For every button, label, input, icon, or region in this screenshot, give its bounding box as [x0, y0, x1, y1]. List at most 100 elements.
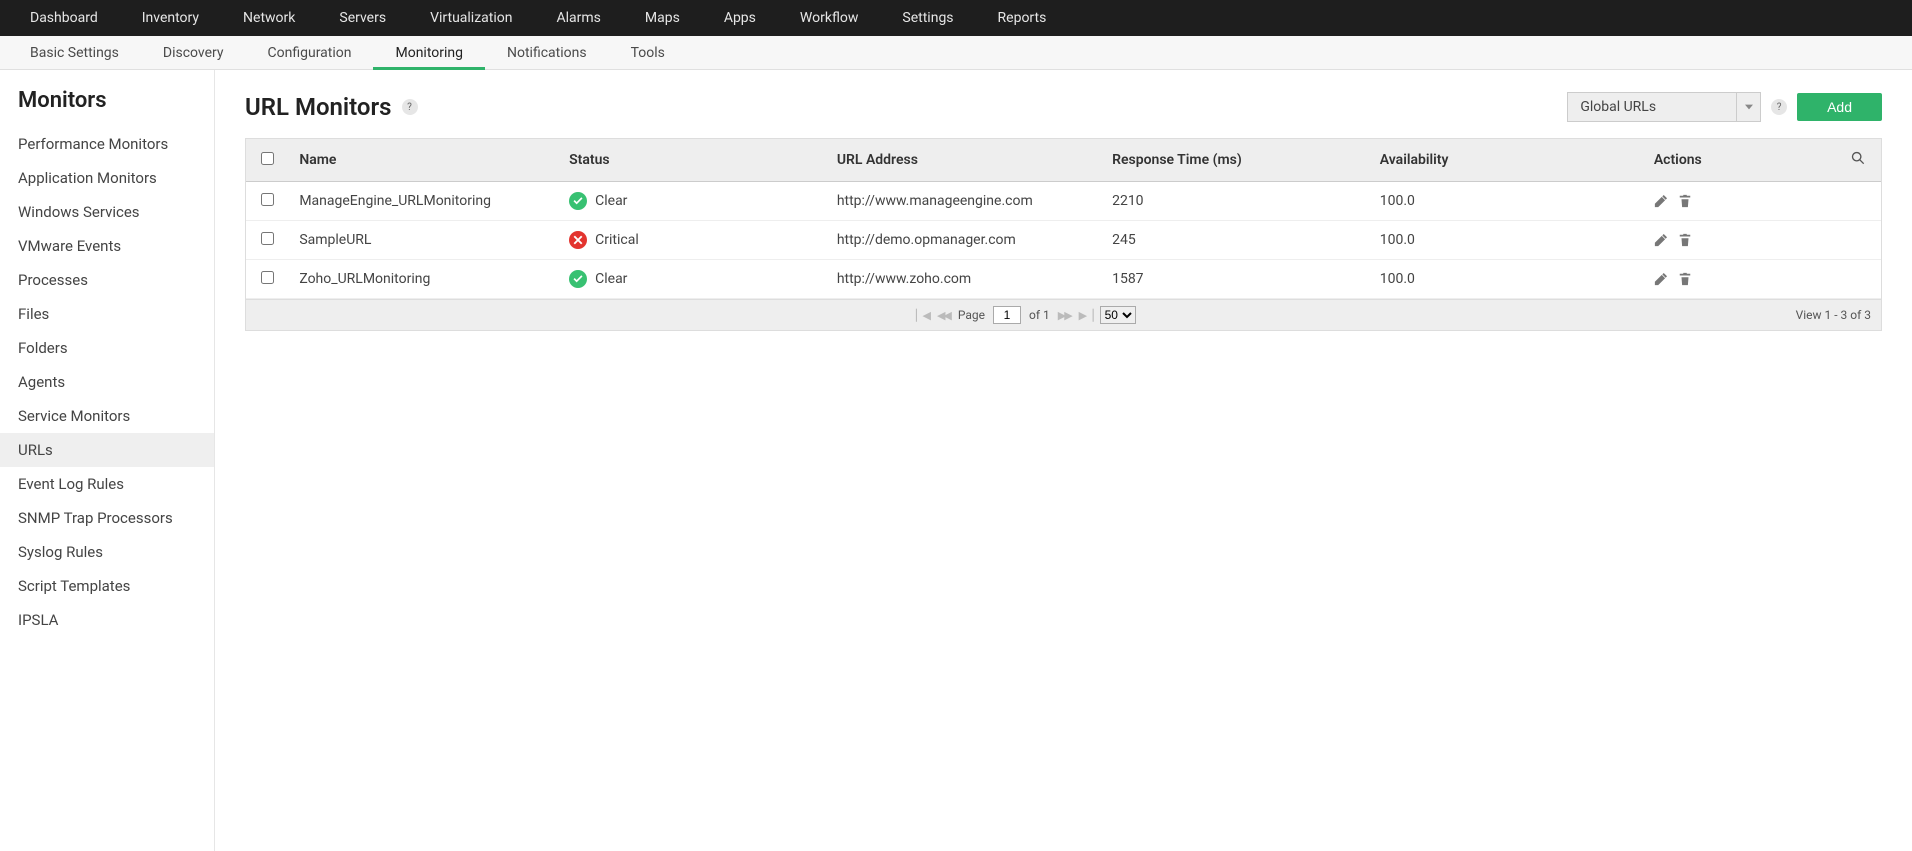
pager-page-size-select[interactable]: 50: [1100, 306, 1136, 324]
cell-availability: 100.0: [1370, 260, 1644, 299]
sidebar-item[interactable]: IPSLA: [0, 603, 214, 637]
sub-nav-item[interactable]: Notifications: [485, 36, 609, 70]
sidebar-item[interactable]: Event Log Rules: [0, 467, 214, 501]
edit-icon[interactable]: [1654, 233, 1668, 247]
select-all-header: [246, 139, 289, 182]
row-checkbox[interactable]: [261, 232, 274, 245]
sidebar-item[interactable]: Files: [0, 297, 214, 331]
cell-url[interactable]: http://www.manageengine.com: [827, 182, 1102, 221]
column-header-url[interactable]: URL Address: [827, 139, 1102, 182]
sub-nav: Basic SettingsDiscoveryConfigurationMoni…: [0, 36, 1912, 70]
sidebar-item[interactable]: Script Templates: [0, 569, 214, 603]
delete-icon[interactable]: [1678, 233, 1692, 247]
top-nav-item[interactable]: Reports: [976, 0, 1069, 36]
top-nav-item[interactable]: Alarms: [534, 0, 622, 36]
sidebar-item[interactable]: Syslog Rules: [0, 535, 214, 569]
sub-nav-item[interactable]: Monitoring: [373, 36, 485, 70]
page-title-wrap: URL Monitors ?: [245, 93, 418, 121]
pager-page-label: Page: [958, 308, 985, 322]
table-pager: ▏◀ ◀◀ Page of 1 ▶▶ ▶▕ 50 View 1 - 3 of 3: [246, 299, 1881, 330]
top-nav-item[interactable]: Inventory: [120, 0, 221, 36]
page-actions: Global URLs ? Add: [1567, 92, 1882, 122]
cell-response-time: 2210: [1102, 182, 1370, 221]
help-icon[interactable]: ?: [402, 99, 418, 115]
column-header-response-time[interactable]: Response Time (ms): [1102, 139, 1370, 182]
cell-name[interactable]: SampleURL: [289, 221, 559, 260]
pager-page-input[interactable]: [993, 306, 1021, 324]
status-clear-icon: [569, 270, 587, 288]
top-nav-item[interactable]: Network: [221, 0, 317, 36]
top-nav-item[interactable]: Virtualization: [408, 0, 534, 36]
table-row: ManageEngine_URLMonitoring Clear http://ww…: [246, 182, 1881, 221]
sidebar-item[interactable]: Performance Monitors: [0, 127, 214, 161]
edit-icon[interactable]: [1654, 272, 1668, 286]
pager-last-icon[interactable]: ▶▕: [1079, 309, 1092, 322]
select-all-checkbox[interactable]: [261, 152, 274, 165]
column-header-availability[interactable]: Availability: [1370, 139, 1644, 182]
column-header-actions: Actions: [1644, 139, 1835, 182]
cell-name[interactable]: ManageEngine_URLMonitoring: [289, 182, 559, 221]
column-header-name[interactable]: Name: [289, 139, 559, 182]
sidebar-item[interactable]: SNMP Trap Processors: [0, 501, 214, 535]
pager-view-label: View 1 - 3 of 3: [1796, 308, 1871, 322]
top-nav-item[interactable]: Servers: [317, 0, 408, 36]
status-clear-icon: [569, 192, 587, 210]
sidebar: Monitors Performance MonitorsApplication…: [0, 70, 215, 851]
status-label: Clear: [595, 193, 627, 209]
row-checkbox[interactable]: [261, 271, 274, 284]
status-critical-icon: [569, 231, 587, 249]
sub-nav-item[interactable]: Tools: [609, 36, 687, 70]
top-nav-item[interactable]: Maps: [623, 0, 702, 36]
chevron-down-icon[interactable]: [1736, 93, 1760, 121]
cell-name[interactable]: Zoho_URLMonitoring: [289, 260, 559, 299]
delete-icon[interactable]: [1678, 194, 1692, 208]
top-nav-item[interactable]: Dashboard: [8, 0, 120, 36]
cell-url[interactable]: http://demo.opmanager.com: [827, 221, 1102, 260]
url-monitors-table: Name Status URL Address Response Time (m…: [245, 138, 1882, 331]
top-nav-item[interactable]: Settings: [880, 0, 975, 36]
edit-icon[interactable]: [1654, 194, 1668, 208]
column-header-search: [1835, 139, 1881, 182]
sidebar-item[interactable]: Agents: [0, 365, 214, 399]
cell-actions: [1644, 260, 1835, 299]
help-icon-small[interactable]: ?: [1771, 99, 1787, 115]
table-row: SampleURL Critical http://demo.opmanager.c…: [246, 221, 1881, 260]
pager-first-icon[interactable]: ▏◀: [916, 309, 929, 322]
status-label: Clear: [595, 271, 627, 287]
cell-actions: [1644, 221, 1835, 260]
pager-of-label: of 1: [1029, 308, 1050, 322]
filter-dropdown[interactable]: Global URLs: [1567, 92, 1761, 122]
sidebar-item[interactable]: Folders: [0, 331, 214, 365]
sidebar-item[interactable]: VMware Events: [0, 229, 214, 263]
pager-prev-icon[interactable]: ◀◀: [937, 309, 950, 322]
delete-icon[interactable]: [1678, 272, 1692, 286]
search-icon[interactable]: [1851, 153, 1865, 169]
top-nav-item[interactable]: Workflow: [778, 0, 881, 36]
cell-response-time: 245: [1102, 221, 1370, 260]
cell-availability: 100.0: [1370, 221, 1644, 260]
top-nav: DashboardInventoryNetworkServersVirtuali…: [0, 0, 1912, 36]
sidebar-item[interactable]: URLs: [0, 433, 214, 467]
cell-status: Critical: [559, 221, 827, 260]
sub-nav-item[interactable]: Configuration: [246, 36, 374, 70]
sub-nav-item[interactable]: Discovery: [141, 36, 246, 70]
sidebar-title: Monitors: [0, 70, 214, 127]
sub-nav-item[interactable]: Basic Settings: [8, 36, 141, 70]
table-header-row: Name Status URL Address Response Time (m…: [246, 139, 1881, 182]
sidebar-item[interactable]: Windows Services: [0, 195, 214, 229]
add-button[interactable]: Add: [1797, 93, 1882, 121]
cell-url[interactable]: http://www.zoho.com: [827, 260, 1102, 299]
table-row: Zoho_URLMonitoring Clear http://www.zoho.c…: [246, 260, 1881, 299]
page-header: URL Monitors ? Global URLs ? Add: [245, 92, 1882, 122]
column-header-status[interactable]: Status: [559, 139, 827, 182]
pager-next-icon[interactable]: ▶▶: [1058, 309, 1071, 322]
status-label: Critical: [595, 232, 639, 248]
cell-status: Clear: [559, 182, 827, 221]
filter-dropdown-label: Global URLs: [1568, 99, 1736, 115]
top-nav-item[interactable]: Apps: [702, 0, 778, 36]
sidebar-item[interactable]: Application Monitors: [0, 161, 214, 195]
sidebar-item[interactable]: Service Monitors: [0, 399, 214, 433]
sidebar-item[interactable]: Processes: [0, 263, 214, 297]
cell-actions: [1644, 182, 1835, 221]
row-checkbox[interactable]: [261, 193, 274, 206]
